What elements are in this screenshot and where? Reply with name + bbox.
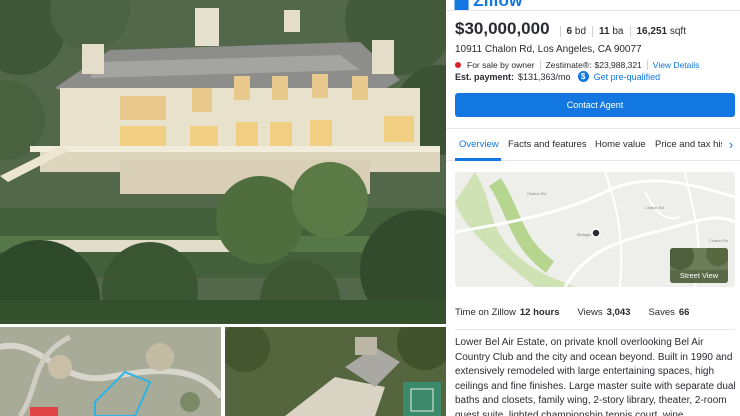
est-payment-label: Est. payment: [455, 71, 515, 82]
tab-home-value[interactable]: Home value [595, 139, 646, 150]
separator [539, 60, 541, 70]
photo-gallery[interactable] [0, 0, 446, 416]
map-road-label: Chalon Rd [527, 191, 546, 196]
stats-divider [455, 329, 735, 330]
aerial-image [0, 327, 221, 416]
sale-status: For sale by owner [467, 60, 535, 70]
payment-row: Est. payment: $131,363/mo $ Get pre-qual… [455, 71, 660, 82]
location-map[interactable]: Chalon Rd Bellagio Rd Chalon Rd Chalon R… [455, 172, 735, 287]
contact-agent-button[interactable]: Contact Agent [455, 93, 735, 117]
map-road-label: Chalon Rd [645, 205, 664, 210]
beds-count: 6 bd [559, 26, 592, 37]
aerial-estate-image [225, 327, 446, 416]
time-on-zillow: Time on Zillow 12 hours [455, 307, 560, 318]
listing-description: Lower Bel Air Estate, on private knoll o… [455, 337, 736, 416]
price-summary: $30,000,000 6 bd 11 ba 16,251 sqft [455, 19, 692, 39]
status-row: For sale by owner Zestimate®: $23,988,32… [455, 60, 699, 70]
est-payment-value: $131,363/mo [518, 71, 571, 82]
sqft-size: 16,251 sqft [629, 26, 693, 37]
prequalify-link[interactable]: Get pre-qualified [594, 72, 661, 82]
view-details-link[interactable]: View Details [653, 60, 700, 70]
active-tab-indicator [455, 158, 501, 161]
street-view-button[interactable]: Street View [670, 248, 728, 283]
listing-details-panel: ▙ Zillow $30,000,000 6 bd 11 ba 16,251 s… [446, 0, 740, 416]
views-count: Views 3,043 [577, 307, 631, 318]
chevron-right-icon[interactable]: › [722, 135, 740, 155]
main-photo[interactable] [0, 0, 446, 324]
tab-facts-and-features[interactable]: Facts and features [508, 139, 587, 150]
header-divider [446, 10, 740, 11]
listing-stats: Time on Zillow 12 hours Views 3,043 Saves 6… [455, 307, 735, 318]
aerial-estate-photo[interactable] [225, 327, 446, 416]
listing-address: 10911 Chalon Rd, Los Angeles, CA 90077 [455, 44, 642, 55]
tab-overview[interactable]: Overview [459, 139, 499, 150]
status-dot-icon [455, 62, 461, 68]
zillow-logo-icon: ▙ Zillow [455, 0, 523, 10]
aerial-map-photo[interactable] [0, 327, 221, 416]
details-tabs: Overview Facts and features Home value P… [446, 128, 740, 161]
house-exterior-image [0, 0, 446, 324]
baths-count: 11 ba [592, 26, 629, 37]
dollar-icon: $ [577, 71, 589, 82]
map-pin-icon[interactable] [591, 228, 601, 238]
separator [646, 60, 648, 70]
zillow-logo[interactable]: ▙ Zillow [446, 0, 740, 10]
zestimate-label: Zestimate®: [545, 60, 592, 70]
zestimate-value: $23,988,321 [594, 60, 642, 70]
saves-count: Saves 66 [648, 307, 690, 318]
map-road-label: Chalon Rd [709, 238, 728, 243]
street-view-label: Street View [679, 271, 719, 280]
listing-price: $30,000,000 [455, 19, 550, 38]
